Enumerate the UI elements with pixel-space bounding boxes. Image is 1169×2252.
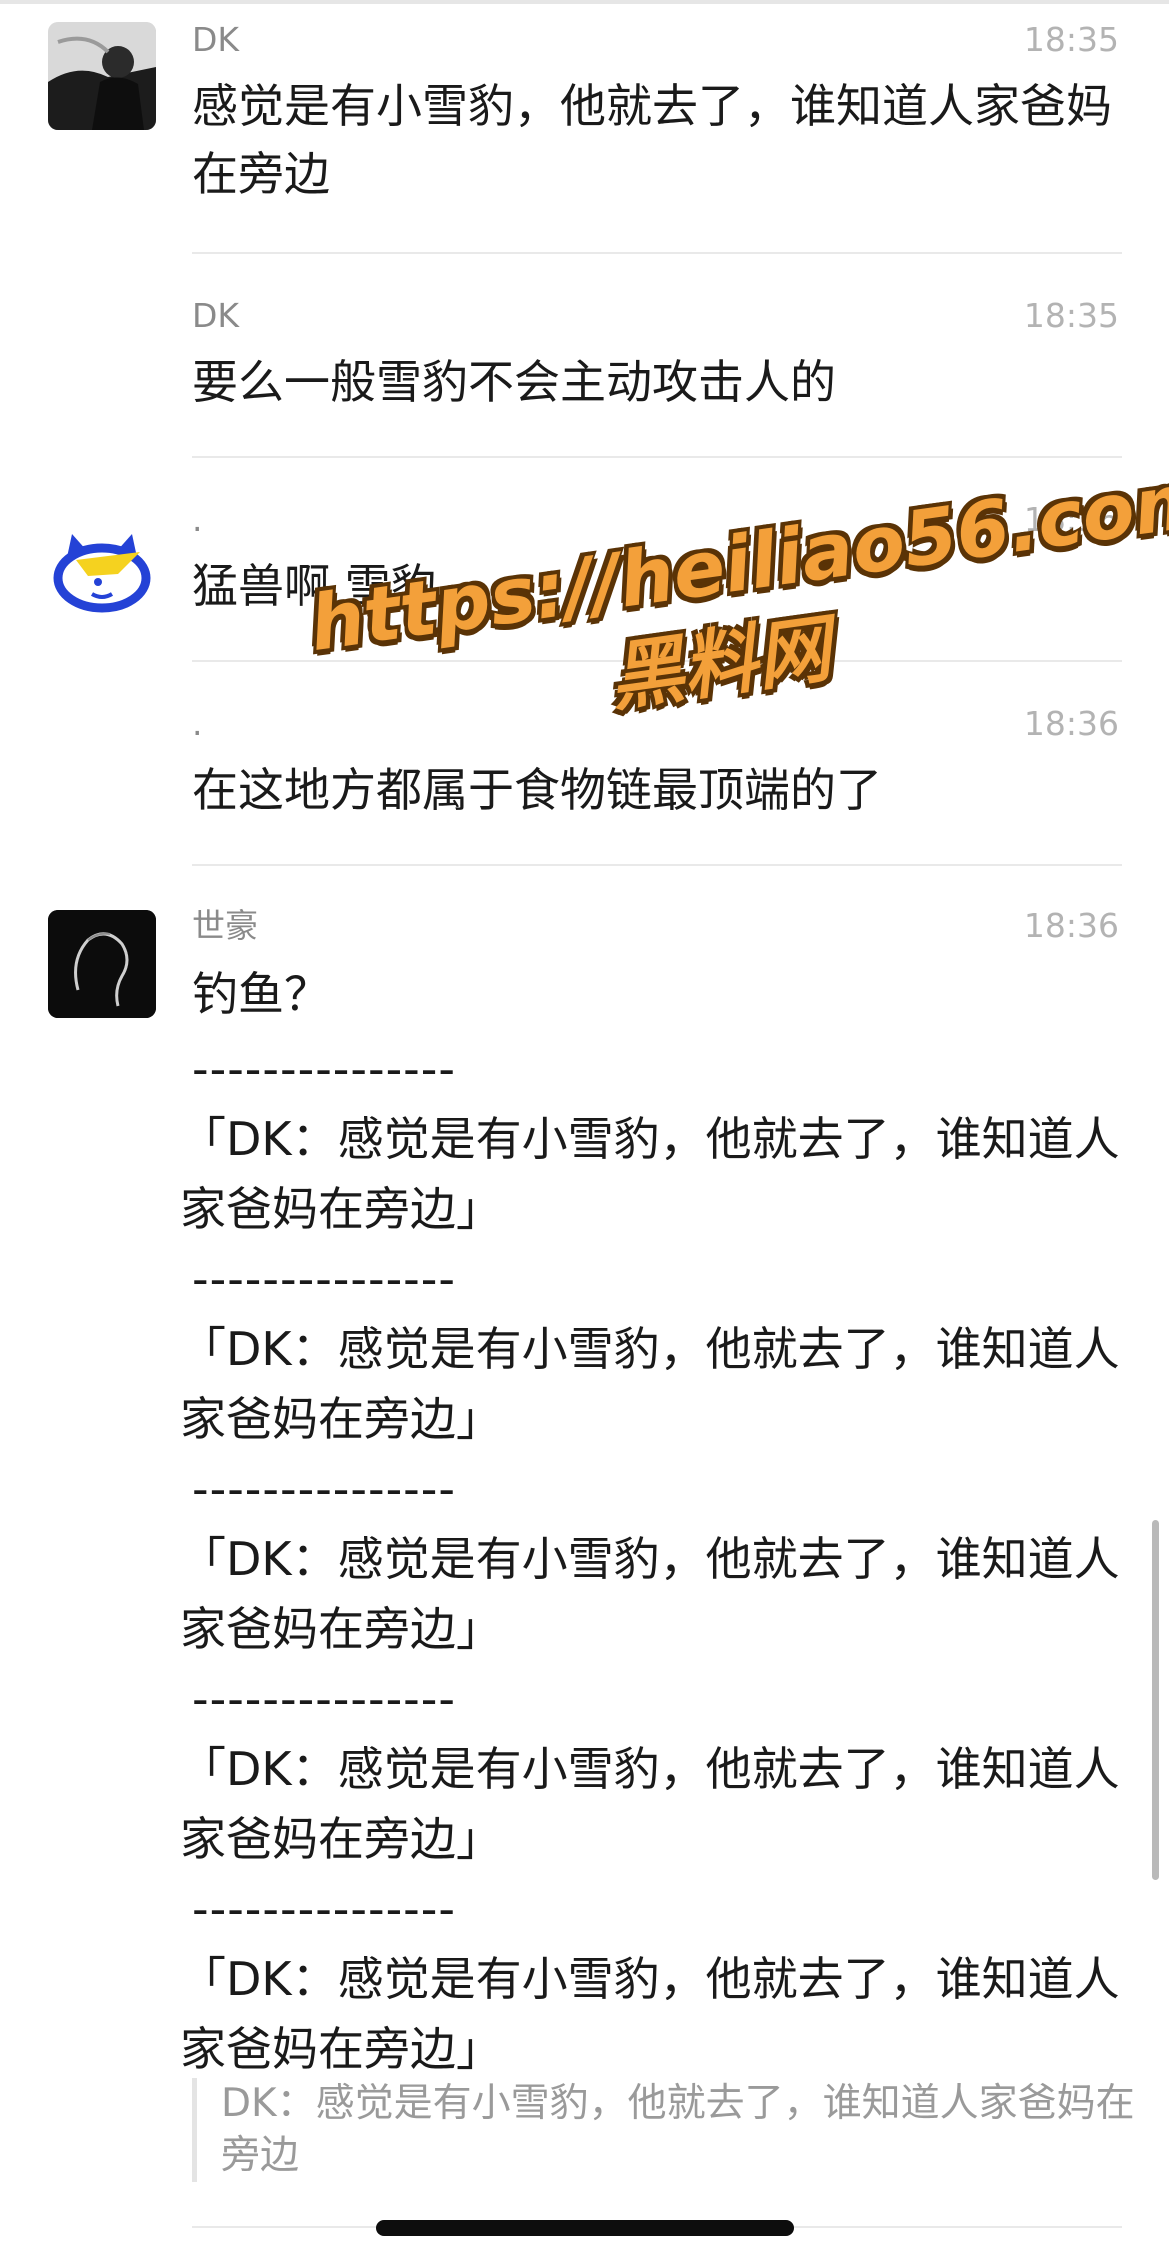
- message-time: 18:35: [1023, 20, 1119, 59]
- avatar-shihao[interactable]: [48, 910, 156, 1018]
- message-sender: DK: [192, 20, 240, 59]
- message-divider: [192, 456, 1122, 458]
- message-time: 18:36: [1023, 500, 1119, 539]
- quoted-line: 「DK：感觉是有小雪豹，他就去了，谁知道人家爸妈在旁边」: [180, 1322, 1120, 1446]
- reply-quote[interactable]: DK：感觉是有小雪豹，他就去了，谁知道人家爸妈在旁边: [192, 2078, 1151, 2182]
- message-sender: DK: [192, 296, 240, 335]
- message-sender: .: [192, 704, 203, 743]
- home-indicator[interactable]: [376, 2220, 794, 2236]
- quote-separator: ---------------: [192, 1252, 456, 1306]
- message-text[interactable]: 感觉是有小雪豹，他就去了，谁知道人家爸妈在旁边: [192, 72, 1122, 208]
- top-edge: [0, 0, 1169, 4]
- message-time: 18:35: [1023, 296, 1119, 335]
- avatar-dot-user[interactable]: [48, 512, 156, 620]
- quoted-chain[interactable]: --------------- 「DK：感觉是有小雪豹，他就去了，谁知道人家爸妈…: [180, 1034, 1122, 2084]
- quote-separator: ---------------: [192, 1462, 456, 1516]
- quote-separator: ---------------: [192, 1042, 456, 1096]
- message-text[interactable]: 在这地方都属于食物链最顶端的了: [192, 756, 1122, 824]
- scrollbar[interactable]: [1152, 1520, 1159, 1880]
- message-sender: 世豪: [192, 906, 258, 945]
- message-text[interactable]: 钓鱼？: [192, 960, 1122, 1028]
- message-divider: [192, 864, 1122, 866]
- quoted-line: 「DK：感觉是有小雪豹，他就去了，谁知道人家爸妈在旁边」: [180, 1112, 1120, 1236]
- message-divider: [192, 252, 1122, 254]
- avatar-dk[interactable]: [48, 22, 156, 130]
- person-photo-icon: [48, 22, 156, 130]
- message-sender: .: [192, 500, 203, 539]
- quoted-line: 「DK：感觉是有小雪豹，他就去了，谁知道人家爸妈在旁边」: [180, 1952, 1120, 2076]
- quoted-line: 「DK：感觉是有小雪豹，他就去了，谁知道人家爸妈在旁边」: [180, 1742, 1120, 1866]
- message-divider: [192, 660, 1122, 662]
- message-time: 18:36: [1023, 906, 1119, 945]
- silhouette-icon: [48, 910, 156, 1018]
- message-text[interactable]: 要么一般雪豹不会主动攻击人的: [192, 348, 1122, 416]
- message-text[interactable]: 猛兽啊 雪豹: [192, 552, 1122, 620]
- quote-separator: ---------------: [192, 1882, 456, 1936]
- cat-logo-icon: [53, 534, 151, 613]
- quoted-line: 「DK：感觉是有小雪豹，他就去了，谁知道人家爸妈在旁边」: [180, 1532, 1120, 1656]
- message-time: 18:36: [1023, 704, 1119, 743]
- quote-separator: ---------------: [192, 1672, 456, 1726]
